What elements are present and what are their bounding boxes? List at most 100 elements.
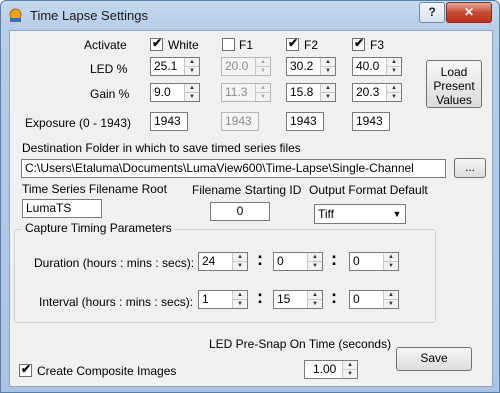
arrow-up-icon[interactable]: ▲ xyxy=(384,291,398,300)
checkbox-white[interactable]: ✔ xyxy=(150,36,163,51)
exposure-f3-value: 1943 xyxy=(356,114,383,128)
check-mark-icon: ✔ xyxy=(288,36,299,50)
duration-secs-spinner[interactable]: 0 ▲ ▼ xyxy=(349,252,399,271)
checkbox-f1[interactable] xyxy=(222,38,235,51)
prescan-spinner[interactable]: 1.00 ▲ ▼ xyxy=(304,360,358,379)
arrow-up-icon[interactable]: ▲ xyxy=(308,291,322,300)
destination-path-value: C:\Users\Etaluma\Documents\LumaView600\T… xyxy=(25,161,414,175)
output-format-select[interactable]: Tiff ▼ xyxy=(314,204,406,224)
exposure-f3-field[interactable]: 1943 xyxy=(352,112,390,131)
exposure-f2-value: 1943 xyxy=(290,114,317,128)
chevron-down-icon[interactable]: ▼ xyxy=(389,205,405,223)
spinner-arrows[interactable]: ▲ ▼ xyxy=(307,291,322,308)
check-mark-icon: ✔ xyxy=(21,362,32,376)
output-format-value: Tiff xyxy=(318,207,335,221)
browse-button[interactable]: ... xyxy=(454,158,486,178)
led-f2-value: 30.2 xyxy=(290,59,314,73)
prescan-value: 1.00 xyxy=(313,362,337,376)
spinner-arrows[interactable]: ▲ ▼ xyxy=(232,291,247,308)
gain-f2-spinner[interactable]: 15.8 ▲ ▼ xyxy=(286,83,336,102)
arrow-down-icon[interactable]: ▼ xyxy=(387,93,401,101)
duration-hours-value: 24 xyxy=(202,254,216,268)
interval-secs-spinner[interactable]: 0 ▲ ▼ xyxy=(349,290,399,309)
close-button[interactable]: ✕ xyxy=(446,2,492,23)
arrow-down-icon[interactable]: ▼ xyxy=(308,300,322,308)
led-f3-spinner[interactable]: 40.0 ▲ ▼ xyxy=(352,57,402,76)
spinner-arrows[interactable]: ▲ ▼ xyxy=(320,84,335,101)
spinner-arrows[interactable]: ▲ ▼ xyxy=(184,58,199,75)
arrow-up-icon[interactable]: ▲ xyxy=(321,58,335,67)
arrow-down-icon[interactable]: ▼ xyxy=(384,300,398,308)
window-title: Time Lapse Settings xyxy=(30,8,149,23)
arrow-up-icon[interactable]: ▲ xyxy=(387,84,401,93)
arrow-up-icon[interactable]: ▲ xyxy=(185,84,199,93)
arrow-up-icon[interactable]: ▲ xyxy=(384,253,398,262)
composite-checkbox[interactable]: ✔ xyxy=(19,362,32,377)
check-mark-icon: ✔ xyxy=(152,36,163,50)
arrow-up-icon: ▲ xyxy=(256,58,270,67)
spinner-arrows[interactable]: ▲ ▼ xyxy=(184,84,199,101)
arrow-up-icon[interactable]: ▲ xyxy=(387,58,401,67)
checkbox-f2[interactable]: ✔ xyxy=(286,36,299,51)
arrow-down-icon[interactable]: ▼ xyxy=(185,67,199,75)
filename-start-label: Filename Starting ID xyxy=(192,183,302,197)
arrow-up-icon[interactable]: ▲ xyxy=(233,253,247,262)
arrow-down-icon[interactable]: ▼ xyxy=(308,262,322,270)
arrow-down-icon[interactable]: ▼ xyxy=(321,67,335,75)
spinner-arrows[interactable]: ▲ ▼ xyxy=(383,291,398,308)
arrow-down-icon[interactable]: ▼ xyxy=(233,300,247,308)
arrow-down-icon[interactable]: ▼ xyxy=(233,262,247,270)
arrow-up-icon[interactable]: ▲ xyxy=(321,84,335,93)
spinner-arrows[interactable]: ▲ ▼ xyxy=(386,84,401,101)
gain-f3-spinner[interactable]: 20.3 ▲ ▼ xyxy=(352,83,402,102)
time-lapse-settings-window: Time Lapse Settings ? ✕ Activate ✔ White… xyxy=(0,0,500,393)
arrow-up-icon[interactable]: ▲ xyxy=(308,253,322,262)
exposure-white-field[interactable]: 1943 xyxy=(150,112,188,131)
spinner-arrows[interactable]: ▲ ▼ xyxy=(307,253,322,270)
led-f1-spinner: 20.0 ▲ ▼ xyxy=(221,57,271,76)
led-f1-value: 20.0 xyxy=(225,59,249,73)
spinner-arrows[interactable]: ▲ ▼ xyxy=(342,361,357,378)
destination-path-field[interactable]: C:\Users\Etaluma\Documents\LumaView600\T… xyxy=(21,159,446,178)
filename-root-value: LumaTS xyxy=(26,201,72,215)
interval-hours-spinner[interactable]: 1 ▲ ▼ xyxy=(198,290,248,309)
help-button[interactable]: ? xyxy=(419,2,445,23)
arrow-up-icon: ▲ xyxy=(256,84,270,93)
checkbox-f3[interactable]: ✔ xyxy=(352,36,365,51)
interval-hours-value: 1 xyxy=(202,292,209,306)
exposure-f1-field: 1943 xyxy=(221,112,259,131)
interval-mins-spinner[interactable]: 15 ▲ ▼ xyxy=(273,290,323,309)
output-format-label: Output Format Default xyxy=(309,183,428,197)
duration-mins-spinner[interactable]: 0 ▲ ▼ xyxy=(273,252,323,271)
exposure-label: Exposure (0 - 1943) xyxy=(25,116,132,130)
save-button[interactable]: Save xyxy=(396,347,472,371)
prescan-label: LED Pre-Snap On Time (seconds) xyxy=(209,337,392,351)
arrow-down-icon: ▼ xyxy=(260,68,266,74)
arrow-up-icon[interactable]: ▲ xyxy=(343,361,357,370)
arrow-up-icon[interactable]: ▲ xyxy=(185,58,199,67)
spinner-arrows[interactable]: ▲ ▼ xyxy=(232,253,247,270)
load-present-values-button[interactable]: Load Present Values xyxy=(426,60,482,108)
led-f2-spinner[interactable]: 30.2 ▲ ▼ xyxy=(286,57,336,76)
filename-start-field[interactable]: 0 xyxy=(210,202,270,221)
filename-root-field[interactable]: LumaTS xyxy=(22,199,102,218)
filename-start-value: 0 xyxy=(236,204,244,218)
spinner-arrows: ▲ ▼ xyxy=(255,84,270,101)
spinner-arrows[interactable]: ▲ ▼ xyxy=(383,253,398,270)
spinner-arrows[interactable]: ▲ ▼ xyxy=(386,58,401,75)
arrow-down-icon[interactable]: ▼ xyxy=(185,93,199,101)
exposure-f2-field[interactable]: 1943 xyxy=(286,112,324,131)
channel-label-f3: F3 xyxy=(370,38,385,52)
arrow-down-icon[interactable]: ▼ xyxy=(321,93,335,101)
duration-hours-spinner[interactable]: 24 ▲ ▼ xyxy=(198,252,248,271)
led-white-spinner[interactable]: 25.1 ▲ ▼ xyxy=(150,57,200,76)
arrow-up-icon[interactable]: ▲ xyxy=(233,291,247,300)
arrow-down-icon[interactable]: ▼ xyxy=(384,262,398,270)
filename-root-label: Time Series Filename Root xyxy=(22,182,167,196)
arrow-down-icon[interactable]: ▼ xyxy=(343,370,357,378)
spinner-arrows[interactable]: ▲ ▼ xyxy=(320,58,335,75)
arrow-down-icon[interactable]: ▼ xyxy=(387,67,401,75)
dialog-body: Activate ✔ White F1 ✔ F2 ✔ F3 LED % 25.1… xyxy=(9,30,493,387)
gain-white-spinner[interactable]: 9.0 ▲ ▼ xyxy=(150,83,200,102)
spinner-arrows: ▲ ▼ xyxy=(255,58,270,75)
